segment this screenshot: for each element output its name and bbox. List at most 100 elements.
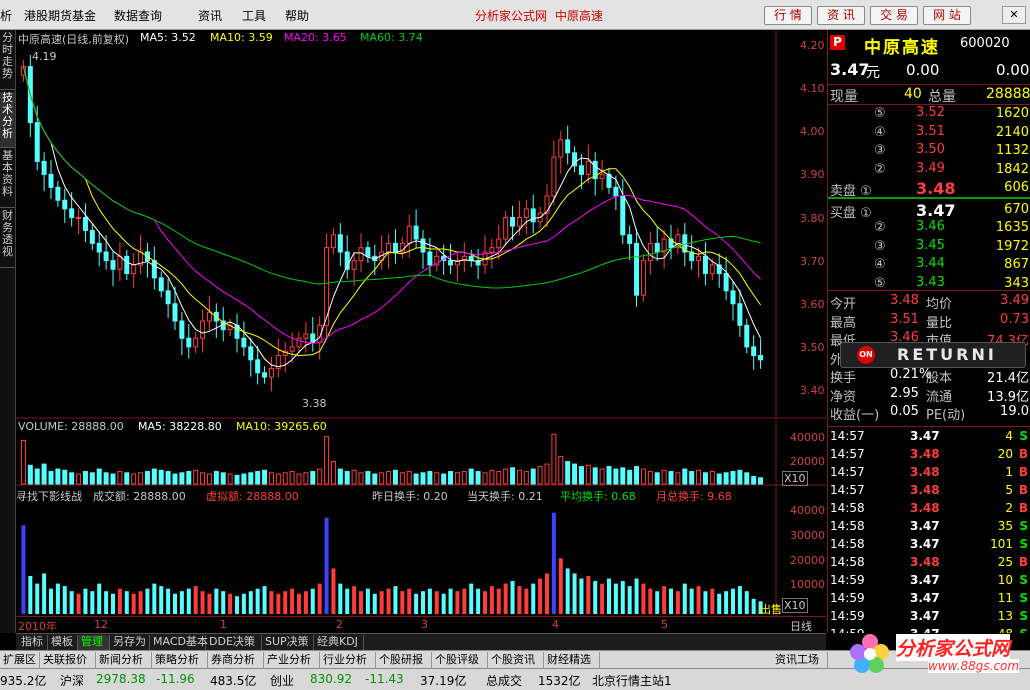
candle-body: [289, 346, 295, 352]
extension-tab-4[interactable]: 券商分析: [208, 652, 264, 668]
extension-tab-9[interactable]: 个股资讯: [488, 652, 544, 668]
status-shsz-amount: 483.5亿: [210, 674, 257, 688]
quote-button[interactable]: 行 情: [764, 6, 812, 25]
extension-tab-1[interactable]: 关联报价: [40, 652, 96, 668]
indicator-bar: [290, 588, 295, 614]
extension-tab-10[interactable]: 财经精选: [544, 652, 600, 668]
tab-0[interactable]: 指标: [18, 635, 48, 650]
side-tab-intraday[interactable]: 分时走势: [0, 32, 15, 90]
indicator-bar: [179, 591, 184, 614]
sell-level-label: ⑤: [874, 106, 886, 121]
extension-tab-0[interactable]: 扩展区: [0, 652, 40, 668]
extension-tab-7[interactable]: 个股研报: [376, 652, 432, 668]
volume-bar: [510, 467, 516, 485]
extension-tab-6[interactable]: 行业分析: [320, 652, 376, 668]
indicator-bar: [731, 588, 735, 614]
candle-body: [723, 273, 729, 292]
sell-level-label: ③: [874, 143, 886, 158]
candle-body: [510, 217, 516, 227]
indicator-bar: [441, 593, 446, 614]
stat-label: 换手: [830, 371, 857, 386]
side-tab-technical[interactable]: 技术分析: [0, 92, 15, 148]
on-badge-icon: ON: [857, 346, 875, 364]
indicator-bar: [49, 588, 53, 614]
price-tick-3-40: 3.40: [800, 384, 825, 397]
indicator-bar: [317, 583, 322, 614]
menu-data-query[interactable]: 数据查询: [114, 7, 162, 24]
indicator-bar: [324, 517, 329, 614]
volume-bar: [365, 471, 371, 485]
extension-tab-3[interactable]: 策略分析: [152, 652, 208, 668]
status-gem-change: -11.43: [365, 672, 404, 686]
volume-bar: [413, 473, 419, 485]
volume-bar: [200, 472, 206, 485]
stat-value: 2.95: [890, 385, 919, 401]
tab-7[interactable]: 经典KDJ: [314, 635, 364, 650]
menu-news[interactable]: 资讯: [198, 7, 222, 24]
quote-change-pct: 0.00: [996, 61, 1030, 79]
tick-volume: 11: [997, 591, 1013, 605]
menu-fragment[interactable]: 析: [0, 7, 12, 24]
side-tab-fundamentals[interactable]: 基本资料: [0, 150, 15, 208]
returning-popup[interactable]: ON RETURNI: [840, 342, 1026, 368]
volume-bar: [392, 469, 398, 485]
extension-tab-2[interactable]: 新闻分析: [96, 652, 152, 668]
tab-3[interactable]: 另存为: [110, 635, 150, 650]
indicator-bar: [310, 588, 315, 614]
menu-help[interactable]: 帮助: [285, 7, 309, 24]
indicator-tick-40000: 40000: [790, 504, 825, 517]
news-button[interactable]: 资 讯: [817, 6, 865, 25]
tab-6[interactable]: SUP决策: [262, 635, 314, 650]
stat-label: 最高: [830, 315, 857, 331]
tab-1[interactable]: 模板: [48, 635, 78, 650]
candle-body: [55, 186, 61, 201]
indicator-bar: [345, 588, 350, 614]
candle-body: [248, 346, 254, 361]
indicator-bar: [634, 578, 639, 614]
total-volume-label: 总量: [928, 89, 956, 105]
total-volume: 28888: [986, 86, 1030, 102]
watermark-logo: 分析家公式网 www.88gs.com: [848, 632, 1030, 676]
menu-tools[interactable]: 工具: [242, 7, 266, 24]
now-volume-label: 现量: [830, 89, 858, 105]
tab-4[interactable]: MACD基本: [150, 635, 208, 650]
quote-badge: P: [830, 35, 845, 50]
sell-price: 3.48: [916, 179, 956, 198]
stat-label: 收益(一): [830, 408, 880, 423]
volume-bar: [758, 477, 764, 485]
candle-body: [124, 255, 130, 275]
indicator-bar: [255, 588, 260, 614]
menu-hk-futures[interactable]: 港股期货基金: [24, 7, 96, 24]
extension-tab-5[interactable]: 产业分析: [264, 652, 320, 668]
side-tab-financials[interactable]: 财务透视: [0, 210, 15, 268]
volume-bar: [585, 464, 591, 485]
indicator-bar: [235, 596, 239, 614]
trade-button[interactable]: 交 易: [870, 6, 918, 25]
extension-tab-8[interactable]: 个股评级: [432, 652, 488, 668]
website-button[interactable]: 网 站: [923, 6, 971, 25]
tab-2[interactable]: 管理: [78, 635, 110, 650]
date-3: 3: [421, 618, 428, 631]
chart-area: 中原高速(日线,前复权) MA5: 3.52 MA10: 3.59 MA20: …: [16, 30, 826, 633]
volume-unit: X10: [782, 471, 808, 486]
extension-tab-news-workshop[interactable]: 资讯工场: [772, 652, 828, 668]
brand-title: 分析家公式网: [475, 9, 548, 23]
status-server: 北京行情主站1: [592, 674, 672, 688]
volume-bar: [110, 473, 116, 485]
volume-bar: [709, 471, 715, 485]
tab-5[interactable]: DDE决策: [206, 635, 262, 650]
indicator-bar: [641, 583, 646, 614]
price-tick-3-90: 3.90: [800, 168, 825, 182]
volume-bar: [634, 466, 640, 485]
buy-level-row: ③ 3.45 1972: [828, 238, 1030, 256]
indicator-bar: [655, 591, 660, 614]
indicator-tick-10000: 10000: [790, 578, 825, 591]
indicator-bar: [503, 583, 508, 614]
indicator-bar: [703, 591, 708, 614]
indicator-bar: [186, 588, 191, 614]
candle-body: [89, 229, 95, 244]
tick-side: B: [1018, 465, 1028, 479]
indicator-bar: [28, 576, 33, 614]
close-icon[interactable]: ✕: [1002, 6, 1026, 24]
indicator-bar: [744, 591, 749, 614]
